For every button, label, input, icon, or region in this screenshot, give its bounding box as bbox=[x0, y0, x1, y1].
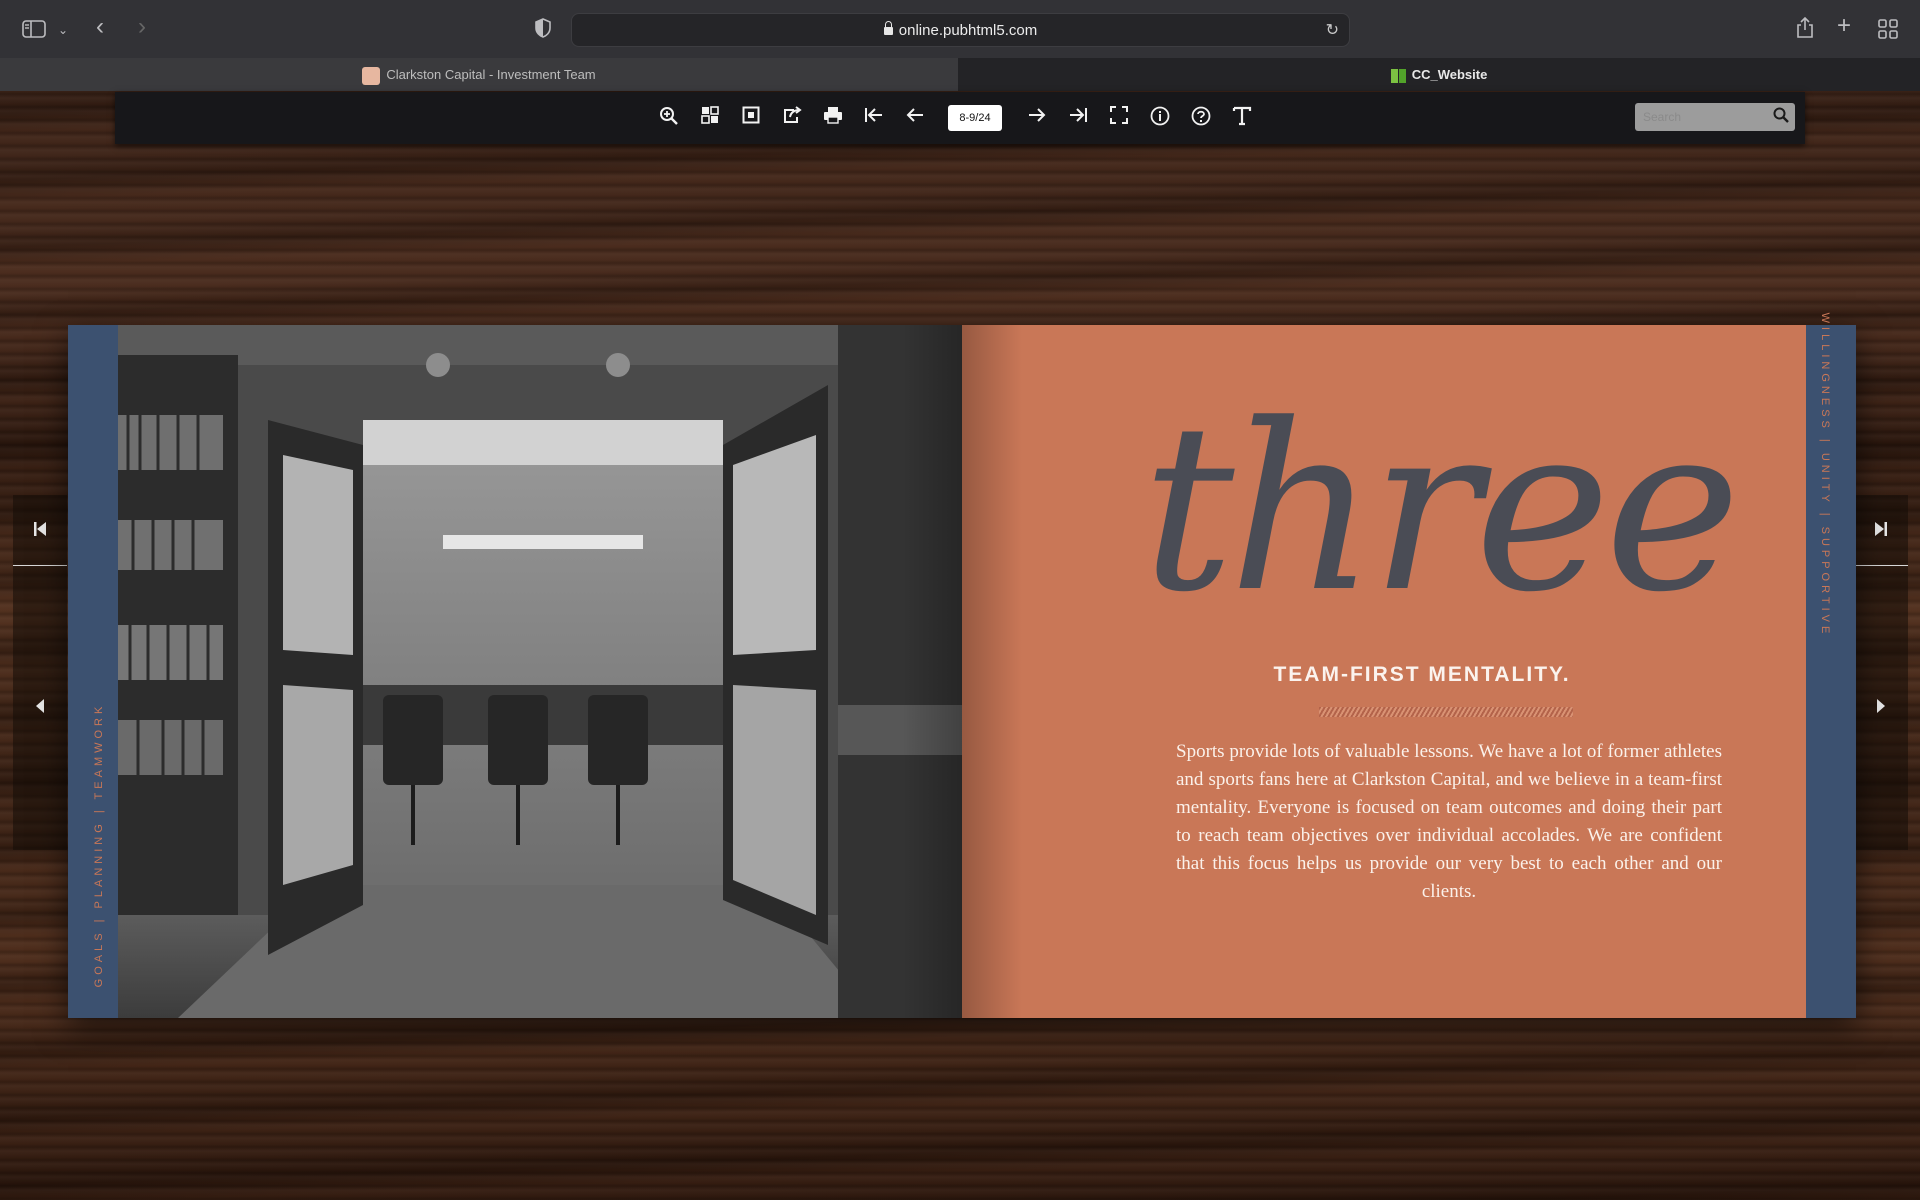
lock-icon bbox=[883, 21, 893, 35]
page-gutter-shadow bbox=[902, 325, 1022, 1018]
search-icon[interactable] bbox=[1773, 107, 1789, 128]
divider bbox=[1854, 565, 1908, 566]
browser-toolbar: ⌄ ‹ › online.pubhtml5.com ↻ + bbox=[0, 0, 1920, 59]
help-icon[interactable] bbox=[1189, 106, 1213, 130]
divider bbox=[13, 565, 67, 566]
search-input[interactable]: Search bbox=[1643, 110, 1681, 124]
last-page-icon[interactable] bbox=[1066, 106, 1090, 130]
reload-icon[interactable]: ↻ bbox=[1326, 20, 1339, 40]
zoom-in-icon[interactable] bbox=[657, 106, 681, 130]
flipbook-toolbar: 8-9/24 Search bbox=[115, 92, 1805, 144]
clarkston-favicon-icon bbox=[362, 66, 381, 85]
next-page-icon[interactable] bbox=[1025, 106, 1049, 130]
first-page-button[interactable] bbox=[13, 521, 67, 542]
left-nav-panel bbox=[13, 495, 67, 850]
right-vertical-keywords: WILLINGNESS | UNITY | SUPPORTIVE bbox=[1819, 312, 1831, 638]
page-number-input[interactable]: 8-9/24 bbox=[948, 105, 1002, 131]
previous-page-button[interactable] bbox=[13, 698, 67, 719]
tab-bar: Clarkston Capital - Investment Team CC_W… bbox=[0, 58, 1920, 91]
tab-label: Clarkston Capital - Investment Team bbox=[386, 67, 596, 82]
previous-page-icon[interactable] bbox=[903, 106, 927, 130]
right-nav-panel bbox=[1854, 495, 1908, 850]
chapter-subtitle: TEAM-FIRST MENTALITY. bbox=[1273, 663, 1571, 686]
search-field[interactable]: Search bbox=[1635, 103, 1795, 131]
last-page-button[interactable] bbox=[1854, 521, 1908, 542]
share-icon[interactable] bbox=[780, 106, 804, 130]
fullscreen-icon[interactable] bbox=[1107, 106, 1131, 130]
tab-cc-website[interactable]: CC_Website bbox=[958, 58, 1920, 91]
chevron-down-icon[interactable]: ⌄ bbox=[58, 20, 68, 40]
left-page[interactable]: GOALS | PLANNING | TEAMWORK bbox=[68, 325, 962, 1018]
right-page[interactable]: three TEAM-FIRST MENTALITY. Sports provi… bbox=[902, 313, 1856, 1018]
book-favicon-icon bbox=[1390, 68, 1407, 84]
left-blue-band: GOALS | PLANNING | TEAMWORK bbox=[68, 325, 118, 1018]
back-icon[interactable]: ‹ bbox=[96, 15, 104, 39]
forward-icon[interactable]: › bbox=[138, 15, 146, 39]
info-icon[interactable] bbox=[1148, 106, 1172, 130]
print-icon[interactable] bbox=[821, 106, 845, 130]
privacy-shield-icon[interactable] bbox=[535, 18, 551, 42]
hatched-divider bbox=[1319, 707, 1573, 717]
single-page-icon[interactable] bbox=[739, 106, 763, 130]
share-icon[interactable] bbox=[1795, 16, 1815, 43]
chapter-body-text: Sports provide lots of valuable lessons.… bbox=[1176, 741, 1722, 902]
tab-label: CC_Website bbox=[1411, 67, 1488, 82]
text-icon[interactable] bbox=[1230, 106, 1254, 130]
left-vertical-keywords: GOALS | PLANNING | TEAMWORK bbox=[93, 702, 105, 988]
tab-overview-icon[interactable] bbox=[1878, 19, 1898, 43]
sidebar-toggle-icon[interactable] bbox=[22, 19, 46, 43]
url-text: online.pubhtml5.com bbox=[898, 22, 1038, 39]
thumbnails-icon[interactable] bbox=[698, 106, 722, 130]
right-blue-band: WILLINGNESS | UNITY | SUPPORTIVE bbox=[1806, 313, 1856, 1018]
chapter-heading: three bbox=[1142, 376, 1741, 643]
first-page-icon[interactable] bbox=[862, 106, 886, 130]
new-tab-icon[interactable]: + bbox=[1837, 14, 1851, 38]
next-page-button[interactable] bbox=[1854, 698, 1908, 719]
conference-room-photo bbox=[118, 325, 962, 1018]
flipbook-spread: GOALS | PLANNING | TEAMWORK three TEAM-F… bbox=[68, 313, 1856, 1018]
address-bar[interactable]: online.pubhtml5.com ↻ bbox=[571, 13, 1350, 47]
tab-clarkston-investment-team[interactable]: Clarkston Capital - Investment Team bbox=[0, 58, 958, 91]
